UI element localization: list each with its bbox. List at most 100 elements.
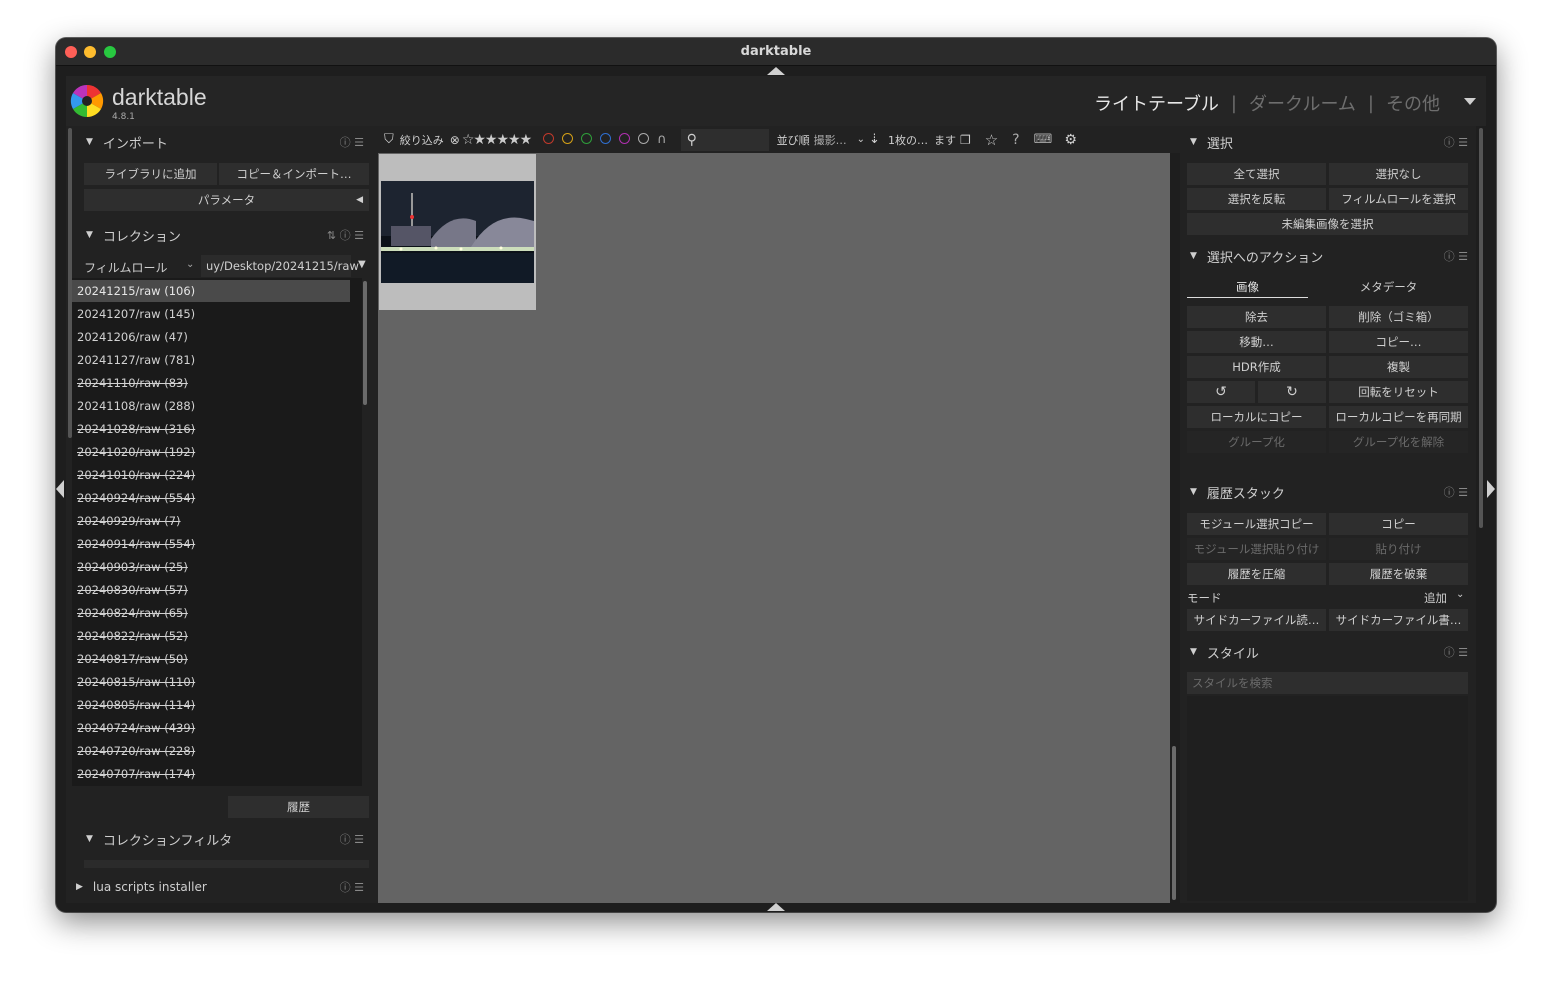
search-field[interactable]: ⚲ — [680, 128, 769, 151]
filmroll-item[interactable]: 20240903/raw (25) — [72, 556, 350, 578]
filmroll-item[interactable]: 20240929/raw (7) — [72, 510, 350, 532]
history-button[interactable]: 履歴 — [228, 796, 369, 818]
filmroll-item[interactable]: 20240824/raw (65) — [72, 602, 350, 624]
selective-paste-button[interactable]: モジュール選択貼り付け — [1187, 538, 1326, 560]
copy-locally-button[interactable]: ローカルにコピー — [1187, 406, 1326, 428]
mode-select[interactable]: 追加 — [1424, 590, 1447, 606]
group-button[interactable]: グループ化 — [1187, 431, 1326, 453]
filmroll-item[interactable]: 20240822/raw (52) — [72, 625, 350, 647]
expand-top-panel-arrow[interactable] — [767, 67, 785, 75]
collection-filter-section-header[interactable]: ▼ コレクションフィルタ ⓘ ☰ — [76, 826, 372, 852]
filmroll-item[interactable]: 20240924/raw (554) — [72, 487, 350, 509]
history-stack-section-header[interactable]: ▼ 履歴スタック ⓘ ☰ — [1180, 479, 1476, 505]
discard-history-button[interactable]: 履歴を破棄 — [1329, 563, 1468, 585]
copy-button[interactable]: コピー… — [1329, 331, 1468, 353]
styles-search-input[interactable]: スタイルを検索 — [1187, 672, 1468, 694]
create-hdr-button[interactable]: HDR作成 — [1187, 356, 1326, 378]
view-lighttable[interactable]: ライトテーブル — [1088, 90, 1225, 116]
filmroll-item[interactable]: 20240805/raw (114) — [72, 694, 350, 716]
section-menu-icon[interactable]: ⓘ ☰ — [340, 134, 364, 150]
filmroll-item[interactable]: 20240817/raw (50) — [72, 648, 350, 670]
filmroll-item[interactable]: 20241207/raw (145) — [72, 303, 350, 325]
parameters-button[interactable]: パラメータ ◀ — [84, 189, 369, 211]
compress-history-button[interactable]: 履歴を圧縮 — [1187, 563, 1326, 585]
add-to-library-button[interactable]: ライブラリに追加 — [84, 163, 217, 185]
filmroll-item[interactable]: 20240720/raw (228) — [72, 740, 350, 762]
filmroll-list-scrollbar[interactable] — [363, 281, 367, 405]
filmroll-item[interactable]: 20241127/raw (781) — [72, 349, 350, 371]
minimize-window-button[interactable] — [84, 46, 96, 58]
delete-trash-button[interactable]: 削除（ゴミ箱） — [1329, 306, 1468, 328]
help-icon[interactable]: ? — [1012, 132, 1019, 148]
section-menu-icon[interactable]: ⓘ ☰ — [1444, 484, 1468, 500]
collection-type-select[interactable]: フィルムロール — [84, 259, 168, 276]
keyboard-shortcuts-icon[interactable]: ⌨ — [1034, 132, 1053, 147]
chevron-down-icon[interactable]: ⌄ — [186, 259, 194, 270]
copy-import-button[interactable]: コピー＆インポート… — [219, 163, 369, 185]
green-label-icon[interactable] — [581, 132, 593, 144]
filmroll-item[interactable]: 20241010/raw (224) — [72, 464, 350, 486]
import-section-header[interactable]: ▼ インポート ⓘ ☰ — [76, 129, 372, 155]
rotate-cw-icon[interactable]: ↻ — [1258, 381, 1326, 403]
rotate-ccw-icon[interactable]: ↺ — [1187, 381, 1255, 403]
section-menu-icon[interactable]: ⇅ ⓘ ☰ — [327, 227, 364, 243]
filter-icon[interactable]: ⛉ — [384, 132, 394, 147]
history-copy-button[interactable]: コピー — [1329, 513, 1468, 535]
collection-section-header[interactable]: ▼ コレクション ⇅ ⓘ ☰ — [76, 222, 372, 248]
sort-select[interactable]: 撮影… — [814, 132, 847, 148]
filmroll-item[interactable]: 20241028/raw (316) — [72, 418, 350, 440]
right-panel-scrollbar[interactable] — [1479, 128, 1483, 528]
reset-rotation-button[interactable]: 回転をリセット — [1329, 381, 1468, 403]
filmroll-item[interactable]: 20240830/raw (57) — [72, 579, 350, 601]
section-menu-icon[interactable]: ⓘ ☰ — [340, 831, 364, 847]
filmroll-item[interactable]: 20240815/raw (110) — [72, 671, 350, 693]
styles-section-header[interactable]: ▼ スタイル ⓘ ☰ — [1180, 639, 1476, 665]
filmroll-item[interactable]: 20240707/raw (174) — [72, 763, 350, 785]
close-window-button[interactable] — [65, 46, 77, 58]
filmroll-item[interactable]: 20241108/raw (288) — [72, 395, 350, 417]
move-button[interactable]: 移動… — [1187, 331, 1326, 353]
resync-local-button[interactable]: ローカルコピーを再同期 — [1329, 406, 1468, 428]
magenta-label-icon[interactable] — [619, 132, 631, 144]
section-menu-icon[interactable]: ⓘ ☰ — [1444, 644, 1468, 660]
label-operator-icon[interactable]: ∩ — [657, 132, 667, 147]
ungroup-button[interactable]: グループ化を解除 — [1329, 431, 1468, 453]
write-sidecar-button[interactable]: サイドカーファイル書… — [1329, 609, 1468, 631]
filmroll-item[interactable]: 20240914/raw (554) — [72, 533, 350, 555]
select-none-button[interactable]: 選択なし — [1329, 163, 1468, 185]
image-thumbnail[interactable] — [379, 154, 536, 310]
sort-order-icon[interactable]: ⇣ — [869, 132, 880, 147]
grouping-icon[interactable]: ❐ — [960, 133, 971, 147]
selective-copy-button[interactable]: モジュール選択コピー — [1187, 513, 1326, 535]
collection-path-field[interactable]: uy/Desktop/20241215/raw — [201, 255, 359, 277]
invert-selection-button[interactable]: 選択を反転 — [1187, 188, 1326, 210]
gray-label-icon[interactable] — [638, 132, 650, 144]
rating-stars[interactable]: ☆★★★★★ — [462, 132, 532, 148]
paste-button[interactable]: 貼り付け — [1329, 538, 1468, 560]
filmroll-item[interactable]: 20241206/raw (47) — [72, 326, 350, 348]
tab-images[interactable]: 画像 — [1187, 276, 1308, 298]
center-scrollbar[interactable] — [1172, 746, 1176, 900]
layout-select[interactable]: 1枚の… — [888, 132, 928, 148]
tab-metadata[interactable]: メタデータ — [1328, 276, 1449, 298]
view-darkroom[interactable]: ダークルーム — [1243, 90, 1362, 116]
filmroll-item[interactable]: 20241110/raw (83) — [72, 372, 350, 394]
load-sidecar-button[interactable]: サイドカーファイル読… — [1187, 609, 1326, 631]
select-all-button[interactable]: 全て選択 — [1187, 163, 1326, 185]
chevron-down-icon[interactable]: ⌄ — [1456, 589, 1464, 600]
view-other[interactable]: その他 — [1380, 90, 1446, 116]
filmroll-item[interactable]: 20241020/raw (192) — [72, 441, 350, 463]
remove-button[interactable]: 除去 — [1187, 306, 1326, 328]
lua-section-header[interactable]: ▶ lua scripts installer ⓘ ☰ — [66, 874, 372, 900]
filmroll-item[interactable]: 20241215/raw (106) — [72, 280, 350, 302]
section-menu-icon[interactable]: ⓘ ☰ — [340, 879, 364, 895]
path-dropdown-icon[interactable]: ▼ — [358, 259, 366, 270]
collapse-left-panel-arrow[interactable] — [56, 480, 64, 498]
select-section-header[interactable]: ▼ 選択 ⓘ ☰ — [1180, 129, 1476, 155]
collapse-right-panel-arrow[interactable] — [1487, 480, 1495, 498]
clear-rating-icon[interactable]: ⊗ — [450, 133, 460, 147]
actions-section-header[interactable]: ▼ 選択へのアクション ⓘ ☰ — [1180, 243, 1476, 269]
chevron-down-icon[interactable]: ⌄ — [857, 134, 865, 145]
section-menu-icon[interactable]: ⓘ ☰ — [1444, 134, 1468, 150]
duplicate-button[interactable]: 複製 — [1329, 356, 1468, 378]
